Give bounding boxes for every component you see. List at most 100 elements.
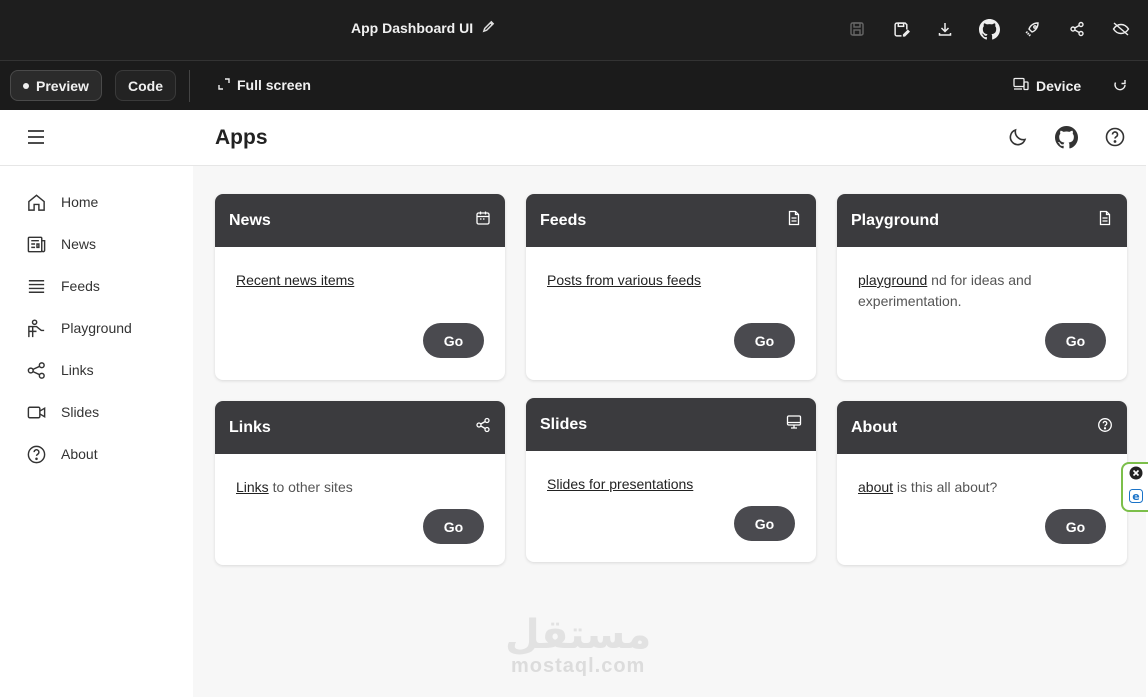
hamburger-menu-icon[interactable] <box>26 128 46 151</box>
app-card-links: Links Links to other sites Go <box>215 401 505 565</box>
help-icon <box>27 445 46 463</box>
app-preview: Apps Home News Feeds Playground Links Sl… <box>0 110 1146 697</box>
calendar-icon <box>475 210 491 231</box>
go-button[interactable]: Go <box>423 323 484 358</box>
card-link[interactable]: playground <box>858 272 927 288</box>
sidebar: Home News Feeds Playground Links Slides … <box>0 166 193 697</box>
list-icon <box>28 279 45 293</box>
card-link[interactable]: Links <box>236 479 269 495</box>
monitor-icon <box>786 414 802 435</box>
card-link[interactable]: Posts from various feeds <box>547 272 701 288</box>
pencil-icon[interactable] <box>481 19 496 37</box>
card-title: News <box>229 211 271 229</box>
editor-topbar: App Dashboard UI <box>0 0 1148 60</box>
sidebar-item-label: About <box>61 446 98 462</box>
card-title: Slides <box>540 415 588 433</box>
project-title-text: App Dashboard UI <box>351 20 474 36</box>
app-card-news: News Recent news items Go <box>215 194 505 380</box>
svg-text:e: e <box>1132 490 1139 503</box>
sidebar-item-slides[interactable]: Slides <box>26 401 99 423</box>
watermark-latin: mostaql.com <box>510 655 646 677</box>
go-button[interactable]: Go <box>423 509 484 544</box>
sidebar-item-feeds[interactable]: Feeds <box>26 275 100 297</box>
preview-toolbar: Preview Code Full screen Device <box>0 60 1148 110</box>
reload-button[interactable] <box>1113 78 1127 95</box>
card-link[interactable]: Recent news items <box>236 272 354 288</box>
active-dot-icon <box>23 82 29 89</box>
sidebar-item-label: Home <box>61 194 99 210</box>
github-icon[interactable] <box>1055 126 1078 154</box>
app-card-about: About about is this all about? Go <box>837 401 1127 565</box>
go-button[interactable]: Go <box>734 506 795 541</box>
card-header: Playground <box>837 194 1127 247</box>
card-title: Feeds <box>540 211 587 229</box>
device-label: Device <box>1036 77 1082 94</box>
project-title[interactable]: App Dashboard UI <box>351 19 496 37</box>
card-title: Playground <box>851 211 940 229</box>
document-icon <box>1097 210 1113 231</box>
go-button[interactable]: Go <box>1045 323 1106 358</box>
app-header: Apps <box>0 110 1146 166</box>
card-header: About <box>837 401 1127 454</box>
playground-icon <box>28 318 45 337</box>
card-body: playground nd for ideas and experimentat… <box>837 247 1127 312</box>
card-header: Feeds <box>526 194 816 247</box>
save-as-icon[interactable] <box>888 18 914 40</box>
share-icon <box>27 361 45 379</box>
watermark-arabic: مستقل <box>505 613 652 657</box>
sidebar-item-playground[interactable]: Playground <box>26 317 132 339</box>
code-tab-label: Code <box>128 77 163 94</box>
sidebar-item-label: Links <box>61 362 94 378</box>
sidebar-item-label: Feeds <box>61 278 100 294</box>
document-icon <box>786 210 802 231</box>
newspaper-icon <box>27 236 46 252</box>
fullscreen-label: Full screen <box>237 77 311 93</box>
card-text: is this all about? <box>893 479 998 495</box>
go-button[interactable]: Go <box>734 323 795 358</box>
hide-icon[interactable] <box>1108 18 1134 40</box>
moon-icon[interactable] <box>1007 126 1029 154</box>
fullscreen-button[interactable]: Full screen <box>218 77 311 93</box>
sidebar-item-home[interactable]: Home <box>26 191 98 213</box>
close-circle-icon[interactable] <box>1129 466 1143 485</box>
sidebar-item-links[interactable]: Links <box>26 359 94 381</box>
extension-logo-icon[interactable]: e <box>1128 489 1143 508</box>
save-icon[interactable] <box>844 18 870 40</box>
card-link[interactable]: Slides for presentations <box>547 476 693 492</box>
sidebar-item-about[interactable]: About <box>26 443 98 465</box>
refresh-icon <box>1113 78 1127 95</box>
expand-icon <box>218 77 230 93</box>
preview-tab-label: Preview <box>36 77 89 94</box>
github-icon[interactable] <box>976 18 1002 40</box>
app-card-slides: Slides Slides for presentations Go <box>526 398 816 562</box>
rocket-icon[interactable] <box>1020 18 1046 40</box>
app-card-playground: Playground playground nd for ideas and e… <box>837 194 1127 380</box>
help-icon <box>1097 417 1113 438</box>
device-icon <box>1013 77 1029 94</box>
share-icon <box>475 417 491 438</box>
download-icon[interactable] <box>932 18 958 40</box>
card-body: Slides for presentations <box>526 451 816 495</box>
go-button[interactable]: Go <box>1045 509 1106 544</box>
sidebar-item-label: Playground <box>61 320 132 336</box>
preview-tab[interactable]: Preview <box>10 70 102 101</box>
help-icon[interactable] <box>1104 126 1126 154</box>
card-header: Slides <box>526 398 816 451</box>
sidebar-item-news[interactable]: News <box>26 233 96 255</box>
card-link[interactable]: about <box>858 479 893 495</box>
home-icon <box>28 193 45 211</box>
share-icon[interactable] <box>1064 18 1090 40</box>
card-title: About <box>851 418 898 436</box>
card-text: to other sites <box>268 479 353 495</box>
code-tab[interactable]: Code <box>115 70 176 101</box>
card-body: about is this all about? <box>837 454 1127 498</box>
apps-grid: News Recent news items Go Feeds Posts fr… <box>193 166 1146 697</box>
card-body: Recent news items <box>215 247 505 291</box>
sidebar-item-label: Slides <box>61 404 100 420</box>
card-body: Links to other sites <box>215 454 505 498</box>
device-button[interactable]: Device <box>1013 77 1081 94</box>
card-title: Links <box>229 418 271 436</box>
toolbar-divider <box>189 70 190 102</box>
extension-widget[interactable]: e <box>1121 462 1148 512</box>
card-body: Posts from various feeds <box>526 247 816 291</box>
